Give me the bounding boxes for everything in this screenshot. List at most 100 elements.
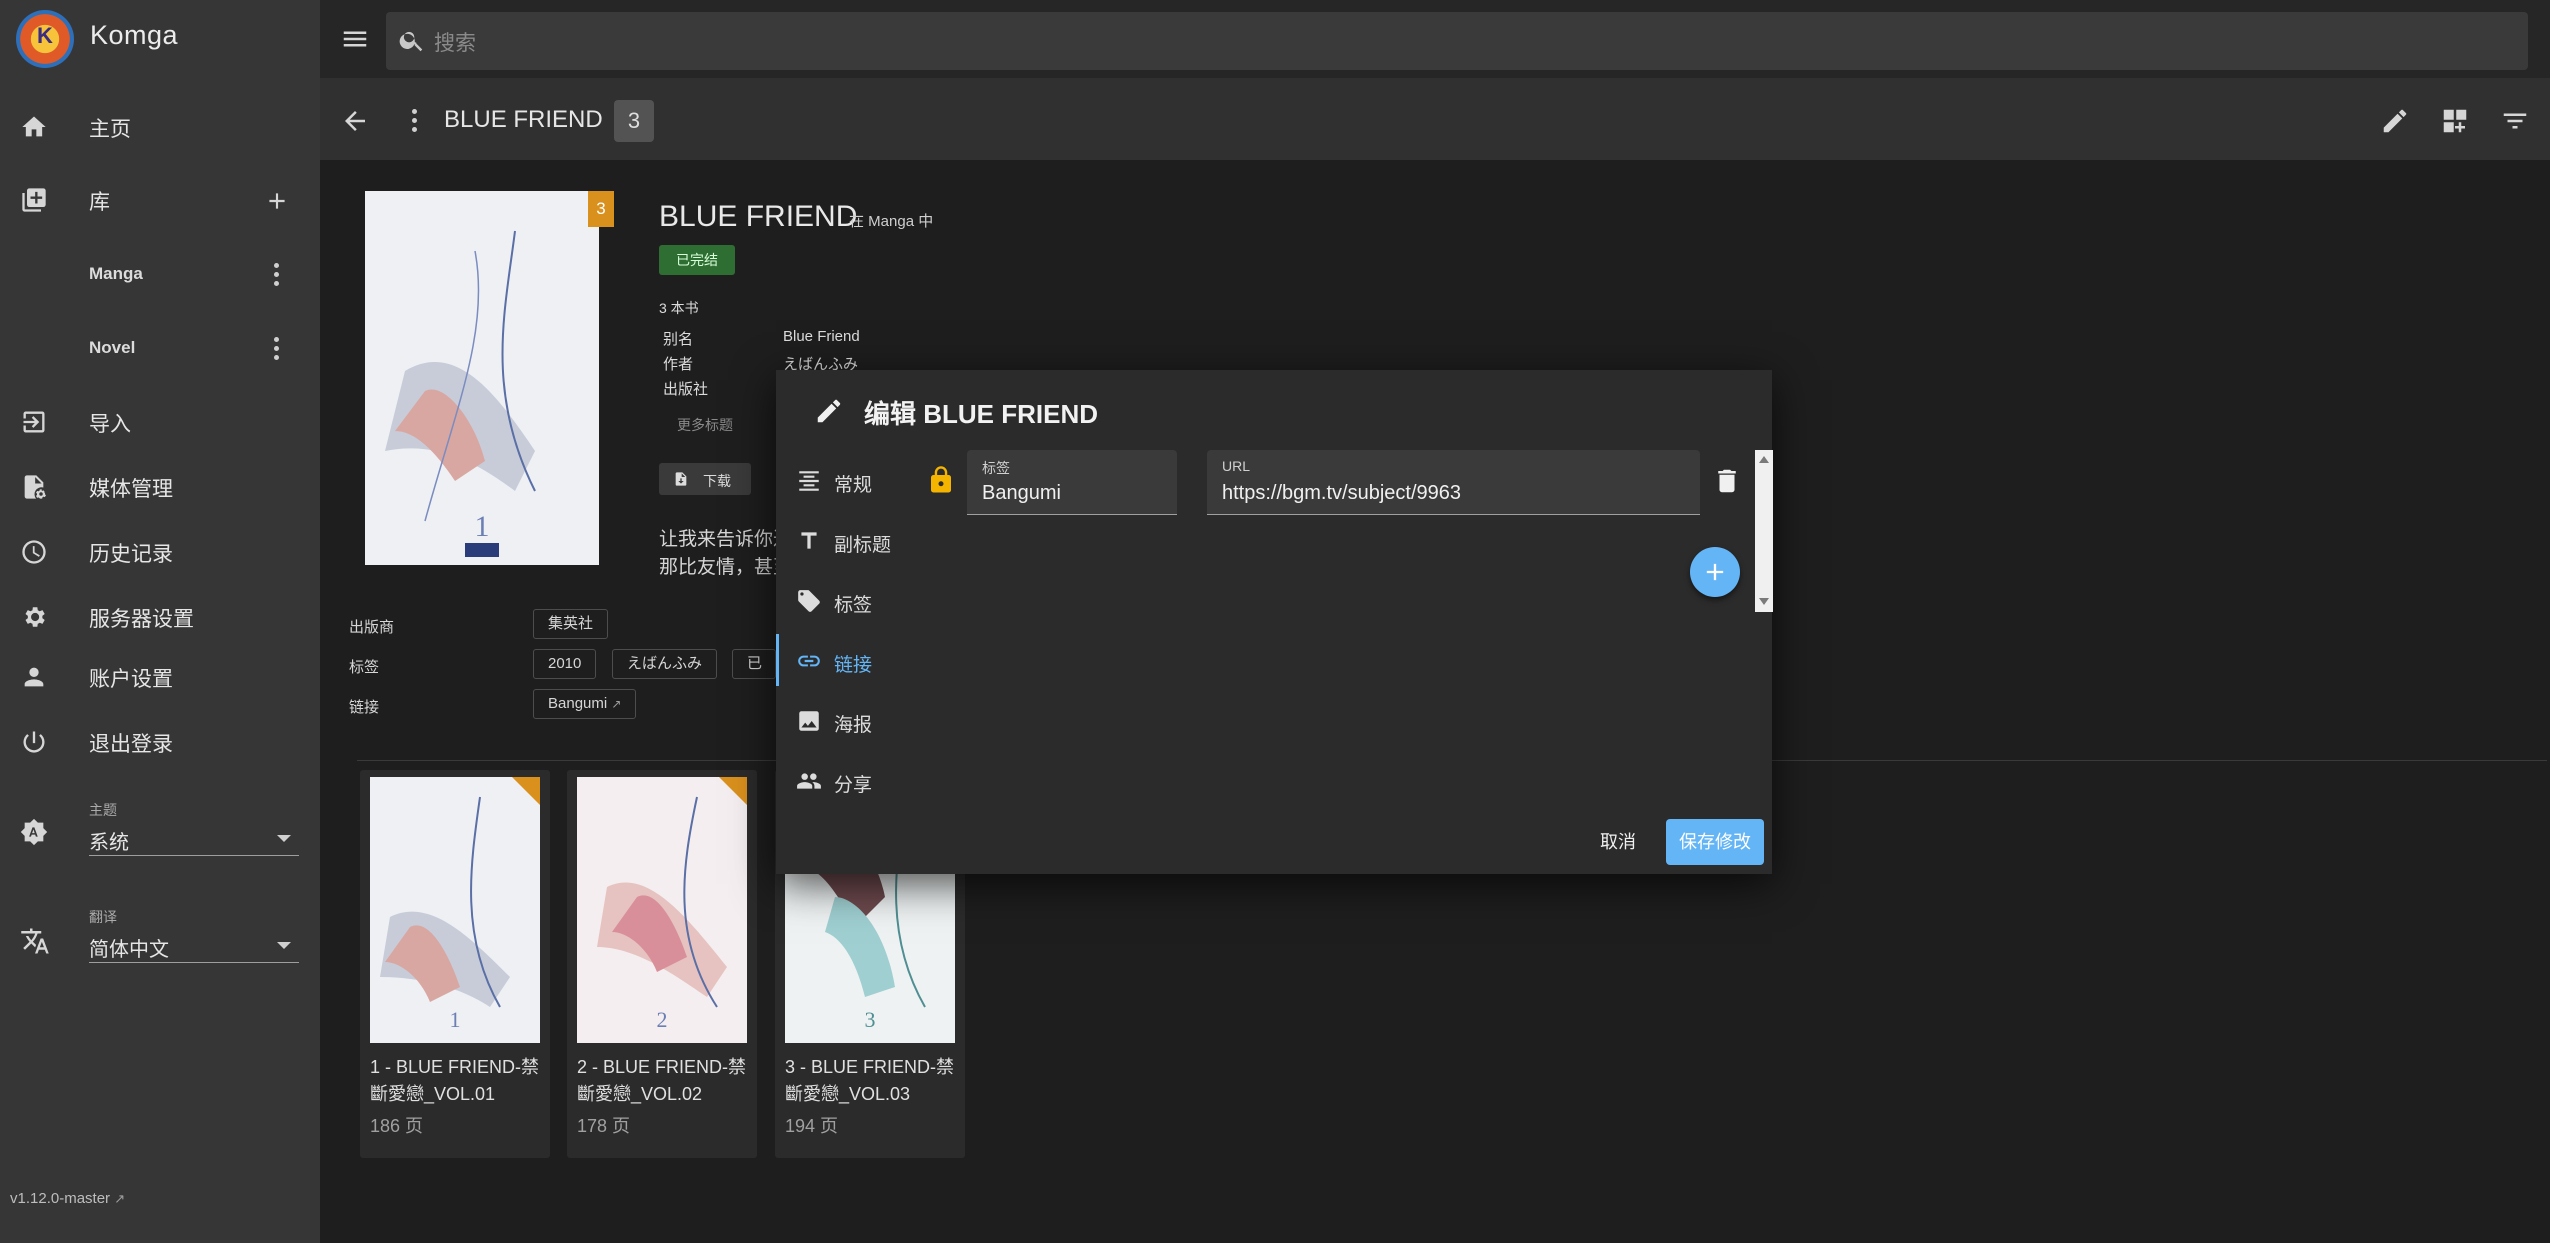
detail-label: 出版社 bbox=[663, 381, 709, 398]
back-arrow-icon[interactable] bbox=[340, 106, 370, 136]
book-card[interactable]: 1 1 - BLUE FRIEND-禁 斷愛戀_VOL.01 186 页 bbox=[360, 770, 550, 1158]
power-icon bbox=[23, 731, 45, 753]
language-select[interactable]: 翻译 简体中文 bbox=[89, 907, 299, 965]
cancel-button[interactable]: 取消 bbox=[1590, 820, 1646, 864]
cover-count-badge: 3 bbox=[588, 191, 614, 227]
dialog-title: 编辑 BLUE FRIEND bbox=[864, 399, 1099, 429]
filter-icon[interactable] bbox=[2500, 106, 2530, 136]
book-count-text: 3 本书 bbox=[659, 300, 699, 316]
publisher-chip[interactable]: 集英社 bbox=[533, 609, 609, 639]
tab-poster[interactable]: 海报 bbox=[776, 694, 926, 746]
sidebar-item-account-settings[interactable]: 账户设置 bbox=[0, 651, 320, 701]
download-button[interactable]: 下载 bbox=[659, 463, 751, 495]
book-card[interactable]: 2 2 - BLUE FRIEND-禁 斷愛戀_VOL.02 178 页 bbox=[567, 770, 757, 1158]
sidebar-item-history[interactable]: 历史记录 bbox=[0, 526, 320, 576]
tab-general[interactable]: 常规 bbox=[776, 454, 926, 506]
series-cover: 1 bbox=[365, 191, 599, 565]
series-toolbar bbox=[320, 78, 2550, 160]
toolbar-title: BLUE FRIEND bbox=[444, 106, 603, 133]
plus-icon bbox=[1706, 563, 1724, 581]
sidebar-item-home[interactable]: 主页 bbox=[0, 101, 320, 151]
summary-line: 让我来告诉你过 bbox=[659, 529, 793, 550]
link-label-field[interactable]: 标签 bbox=[967, 450, 1177, 515]
komga-logo: K bbox=[16, 10, 74, 68]
search-placeholder: 搜索 bbox=[434, 32, 476, 55]
book-title: 斷愛戀_VOL.02 bbox=[577, 1084, 703, 1104]
home-icon bbox=[22, 116, 46, 137]
media-management-icon bbox=[24, 475, 47, 499]
theme-icon bbox=[20, 818, 48, 846]
detail-label: 作者 bbox=[663, 356, 694, 373]
sidebar-library-novel[interactable]: Novel bbox=[0, 324, 320, 374]
link-url-field[interactable]: URL bbox=[1207, 450, 1700, 515]
gear-icon bbox=[25, 607, 45, 627]
link-label-input[interactable] bbox=[982, 482, 1171, 505]
edit-icon[interactable] bbox=[2380, 106, 2410, 136]
add-library-icon[interactable] bbox=[264, 188, 290, 214]
link-icon bbox=[798, 655, 820, 667]
book-thumbnail: 1 bbox=[370, 777, 540, 1043]
text-format-icon bbox=[801, 532, 817, 549]
sidebar: K Komga 主页 库 Manga Novel 导入 媒体管理 历史记录 服务… bbox=[0, 0, 320, 1243]
history-icon bbox=[22, 540, 46, 564]
add-link-button[interactable] bbox=[1690, 547, 1740, 597]
chevron-down-icon bbox=[277, 942, 291, 949]
delete-icon[interactable] bbox=[1712, 466, 1742, 496]
file-download-icon bbox=[675, 472, 687, 486]
series-title: BLUE FRIEND bbox=[659, 200, 858, 233]
status-badge: 已完结 bbox=[659, 245, 735, 275]
translate-icon bbox=[21, 928, 49, 954]
series-menu-icon[interactable] bbox=[412, 109, 418, 133]
search-input[interactable] bbox=[386, 12, 2528, 70]
sidebar-item-server-settings[interactable]: 服务器设置 bbox=[0, 591, 320, 641]
book-title: 1 - BLUE FRIEND-禁 bbox=[370, 1057, 540, 1077]
tab-tags[interactable]: 标签 bbox=[776, 574, 926, 626]
book-page-count: 194 页 bbox=[785, 1116, 839, 1136]
more-titles-toggle[interactable]: 更多标题 bbox=[677, 415, 733, 435]
tag-chip[interactable]: 2010 bbox=[533, 649, 597, 679]
lock-icon[interactable] bbox=[926, 465, 956, 495]
theme-select[interactable]: 主题 系统 bbox=[89, 800, 299, 858]
tag-chip[interactable]: えばんふみ bbox=[612, 649, 718, 679]
detail-label: 别名 bbox=[663, 331, 694, 348]
version-link[interactable]: v1.12.0-master ↗ bbox=[10, 1190, 125, 1207]
sidebar-item-libraries[interactable]: 库 bbox=[0, 174, 320, 224]
scroll-down-icon[interactable] bbox=[1759, 598, 1769, 605]
chevron-down-icon bbox=[277, 835, 291, 842]
svg-text:2: 2 bbox=[657, 1007, 668, 1032]
book-title: 2 - BLUE FRIEND-禁 bbox=[577, 1057, 747, 1077]
svg-text:1: 1 bbox=[475, 510, 490, 543]
tab-sharing[interactable]: 分享 bbox=[776, 754, 926, 806]
sidebar-item-media-management[interactable]: 媒体管理 bbox=[0, 461, 320, 511]
book-count-badge: 3 bbox=[614, 100, 654, 142]
tab-alternate-titles[interactable]: 副标题 bbox=[776, 514, 926, 566]
people-icon bbox=[797, 773, 821, 789]
sidebar-library-manga[interactable]: Manga bbox=[0, 250, 320, 300]
svg-text:1: 1 bbox=[450, 1007, 461, 1032]
book-page-count: 186 页 bbox=[370, 1116, 424, 1136]
dialog-scrollbar[interactable] bbox=[1755, 450, 1773, 612]
link-chip[interactable]: Bangumi ↗ bbox=[533, 689, 637, 719]
link-url-input[interactable] bbox=[1222, 482, 1666, 505]
library-menu-icon[interactable] bbox=[274, 263, 280, 287]
menu-icon[interactable] bbox=[340, 24, 370, 54]
book-thumbnail: 2 bbox=[577, 777, 747, 1043]
view-grid-plus-icon[interactable] bbox=[2440, 106, 2470, 136]
external-link-icon: ↗ bbox=[114, 1191, 126, 1206]
save-button[interactable]: 保存修改 bbox=[1666, 819, 1764, 865]
sidebar-item-logout[interactable]: 退出登录 bbox=[0, 716, 320, 766]
library-icon bbox=[22, 188, 46, 212]
series-library[interactable]: 在 Manga 中 bbox=[849, 210, 933, 231]
book-title: 3 - BLUE FRIEND-禁 bbox=[785, 1057, 955, 1077]
detail-value: Blue Friend bbox=[783, 328, 860, 345]
image-icon bbox=[799, 711, 819, 731]
tab-links[interactable]: 链接 bbox=[776, 634, 926, 686]
library-menu-icon[interactable] bbox=[274, 337, 280, 361]
scroll-up-icon[interactable] bbox=[1759, 456, 1769, 463]
book-title: 斷愛戀_VOL.03 bbox=[785, 1084, 911, 1104]
book-page-count: 178 页 bbox=[577, 1116, 631, 1136]
tags-label: 标签 bbox=[349, 659, 380, 676]
sidebar-item-import[interactable]: 导入 bbox=[0, 396, 320, 446]
tag-chip[interactable]: 已完 bbox=[732, 649, 776, 679]
search-icon bbox=[399, 31, 423, 52]
